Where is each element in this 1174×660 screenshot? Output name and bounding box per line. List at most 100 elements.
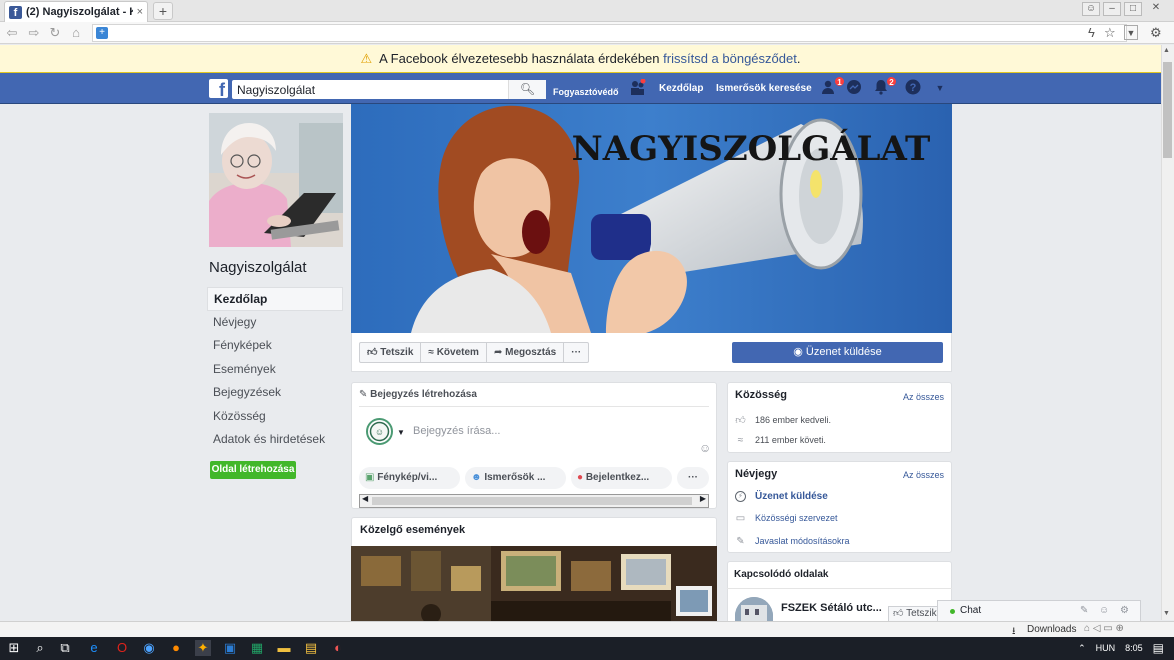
task-view-icon[interactable]: ⧉ [57,640,73,656]
action-center-icon[interactable]: ▤ [1153,637,1164,660]
chat-settings-icon[interactable]: ⚙ [1120,601,1129,621]
excel-icon[interactable]: ▦ [249,640,265,656]
windows-start-icon[interactable]: ⊞ [6,640,22,656]
follow-button[interactable]: ≈ Követem [421,343,487,362]
browser-icon[interactable]: ◉ [141,640,157,656]
check-in-chip[interactable]: ● Bejelentkez... [571,467,672,489]
messenger-icon[interactable] [845,79,863,97]
app-icon[interactable]: ▣ [222,640,238,656]
home-icon[interactable]: ⌂ [68,25,84,41]
back-icon[interactable]: ⇦ [4,25,20,41]
address-bar[interactable]: + [92,24,1127,42]
firefox-icon[interactable]: ● [168,640,184,656]
opera-icon[interactable]: O [114,640,130,656]
community-title: Közösség [735,389,787,401]
profile-avatar-icon[interactable] [629,78,647,97]
event-image[interactable] [351,546,717,626]
find-friends-link[interactable]: Ismerősök keresése [716,73,812,104]
photo-video-chip[interactable]: ▣ Fénykép/vi... [359,467,460,489]
search-icon[interactable]: ⌕ [32,640,48,656]
help-icon[interactable]: ? [904,79,922,97]
user-icon[interactable]: ☺ [1082,2,1100,16]
category-link[interactable]: Közösségi szervezet [755,513,838,523]
tray-chevron-icon[interactable]: ⌃ [1078,637,1086,660]
about-send-message-link[interactable]: Üzenet küldése [755,491,828,502]
chat-bar[interactable]: Chat ✎ ☺ ⚙ [937,600,1141,621]
scroll-right-icon[interactable]: ▶ [700,494,706,503]
scroll-left-icon[interactable]: ◀ [362,494,368,503]
share-button[interactable]: ➦ Megosztás [487,343,565,362]
suggest-edits-link[interactable]: Javaslat módosításokra [755,536,850,546]
scroll-up-icon[interactable]: ▲ [1163,47,1170,54]
scroll-thumb[interactable] [372,497,692,505]
minimize-button[interactable]: – [1103,2,1121,16]
search-input[interactable] [232,80,508,99]
location-pin-icon: ● [577,472,584,483]
new-tab-button[interactable]: + [153,2,173,20]
create-post-header[interactable]: ✎ Bejegyzés létrehozása [359,389,477,400]
left-nav-posts[interactable]: Bejegyzések [207,381,343,405]
pencil-icon: ✎ [736,536,745,547]
about-see-all-link[interactable]: Az összes [903,470,944,480]
group-icon[interactable]: ☺ [1099,601,1109,621]
windows-taskbar: ⊞ ⌕ ⧉ e O ◉ ● ✦ ▣ ▦ ▬ ▤ ◐ ⌃ HUN 8:05 ▤ [0,637,1174,660]
clock[interactable]: 8:05 [1125,637,1143,660]
create-page-button[interactable]: Oldal létrehozása [210,461,296,479]
forward-icon[interactable]: ⇨ [26,25,42,41]
close-window-button[interactable]: ✕ [1147,2,1165,16]
dropdown-icon[interactable]: ▼ [1124,25,1138,40]
media-icon[interactable]: ◐ [330,640,346,656]
follows-count: 211 ember követi. [755,435,826,445]
scroll-down-icon[interactable]: ▼ [1163,610,1170,617]
friend-requests-icon[interactable]: 1 [820,76,845,97]
settings-wrench-icon[interactable]: ⚙ [1150,25,1162,41]
page-left-nav: Kezdőlap Névjegy Fényképek Események Bej… [207,287,343,452]
left-nav-home[interactable]: Kezdőlap [207,287,343,311]
avatar-dropdown-icon[interactable]: ▼ [397,428,405,437]
page-profile-photo[interactable] [209,113,343,247]
page-name[interactable]: Nagyiszolgálat [209,259,307,276]
related-like-button[interactable]: 👍︎ Tetszik [888,606,942,622]
update-browser-link[interactable]: frissítsd a böngésződet [663,51,797,66]
left-nav-community[interactable]: Közösség [207,405,343,429]
compose-icon[interactable]: ✎ [1080,601,1088,621]
send-message-button[interactable]: ◉ Üzenet küldése [732,342,943,363]
left-nav-photos[interactable]: Fényképek [207,334,343,358]
language-indicator[interactable]: HUN [1096,637,1116,660]
browser-status-bar: ⭳ Downloads ⌂ ◁ ▭ ⊕ [0,621,1174,637]
notes-icon[interactable]: ▤ [303,640,319,656]
horizontal-scrollbar[interactable]: ◀ ▶ [359,494,709,508]
cover-title-text: NAGYISZOLGÁLAT [572,128,931,169]
active-app-icon[interactable]: ✦ [195,640,211,656]
home-link[interactable]: Kezdőlap [659,73,703,104]
cover-photo[interactable]: NAGYISZOLGÁLAT [351,104,952,333]
warning-text: A Facebook élvezetesebb használata érdek… [379,51,660,66]
community-see-all-link[interactable]: Az összes [903,392,944,402]
more-options-chip[interactable]: ··· [677,467,709,489]
downloads-label[interactable]: Downloads [1027,624,1076,635]
notifications-bell-icon[interactable]: 2 [872,76,897,97]
left-nav-info-ads[interactable]: Adatok és hirdetések [207,428,343,452]
tag-friends-chip[interactable]: ☻ Ismerősök ... [465,467,566,489]
close-tab-icon[interactable]: × [137,6,143,18]
search-icon[interactable]: 🔍︎ [508,80,546,99]
page-avatar[interactable]: ☺ [366,418,393,445]
like-page-button[interactable]: 👍︎ Tetszik [360,343,422,362]
edge-icon[interactable]: e [86,640,102,656]
maximize-button[interactable]: □ [1124,2,1142,16]
more-actions-button[interactable]: ··· [564,343,588,362]
left-nav-about[interactable]: Névjegy [207,311,343,335]
post-input[interactable]: Bejegyzés írása... [413,425,500,437]
facebook-logo-icon[interactable]: f [209,79,228,98]
reload-icon[interactable]: ↻ [47,25,63,41]
bookmark-star-icon[interactable]: ☆ [1104,25,1116,41]
emoji-icon[interactable]: ☺ [699,441,711,455]
vertical-scroll-thumb[interactable] [1163,62,1172,158]
account-menu-caret-icon[interactable]: ▼ [931,79,949,97]
flash-icon[interactable]: ϟ [1088,25,1095,40]
related-page-name[interactable]: FSZEK Sétáló utc... [781,602,882,614]
check-in-label: Bejelentkez... [585,472,650,483]
left-nav-events[interactable]: Események [207,358,343,382]
file-explorer-icon[interactable]: ▬ [276,640,292,656]
browser-tab[interactable]: f (2) Nagyiszolgálat - Kezd × [4,1,148,22]
